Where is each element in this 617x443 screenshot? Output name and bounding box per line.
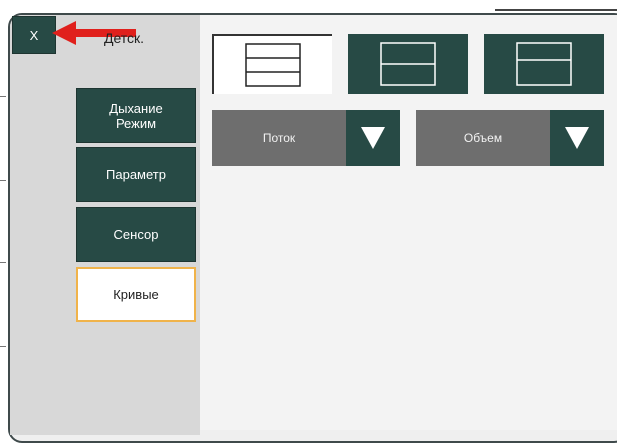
curve2-dropdown[interactable]: Объем (416, 110, 604, 166)
menu-item-label: Дыхание Режим (109, 100, 163, 131)
edge-tick (0, 180, 6, 181)
close-button-label: X (29, 27, 39, 43)
top-divider (495, 9, 617, 11)
menu-item-label: Сенсор (113, 227, 159, 242)
menu-sensor[interactable]: Сенсор (76, 207, 196, 262)
edge-tick (0, 346, 6, 347)
two-rows-layout-icon (380, 42, 436, 86)
patient-mode-label: Детск. (104, 30, 145, 46)
layout-three-rows-button[interactable] (212, 34, 332, 94)
dropdown-arrow-button[interactable] (346, 110, 400, 166)
close-button[interactable]: X (12, 16, 56, 54)
menu-item-label: Кривые (113, 287, 159, 302)
edge-tick (0, 262, 6, 263)
menu-parameter[interactable]: Параметр (76, 147, 196, 202)
layout-two-rows-alt-button[interactable] (484, 34, 604, 94)
menu-breath-mode[interactable]: Дыхание Режим (76, 88, 196, 143)
three-rows-layout-icon (245, 43, 301, 87)
dropdown-value: Объем (416, 110, 550, 166)
two-rows-layout-icon (516, 42, 572, 86)
dropdown-value: Поток (212, 110, 346, 166)
menu-item-label: Параметр (106, 167, 166, 182)
dropdown-arrow-button[interactable] (550, 110, 604, 166)
triangle-down-icon (361, 127, 385, 149)
triangle-down-icon (565, 127, 589, 149)
menu-curves[interactable]: Кривые (76, 267, 196, 322)
curve1-dropdown[interactable]: Поток (212, 110, 400, 166)
edge-tick (0, 96, 6, 97)
layout-two-rows-button[interactable] (348, 34, 468, 94)
